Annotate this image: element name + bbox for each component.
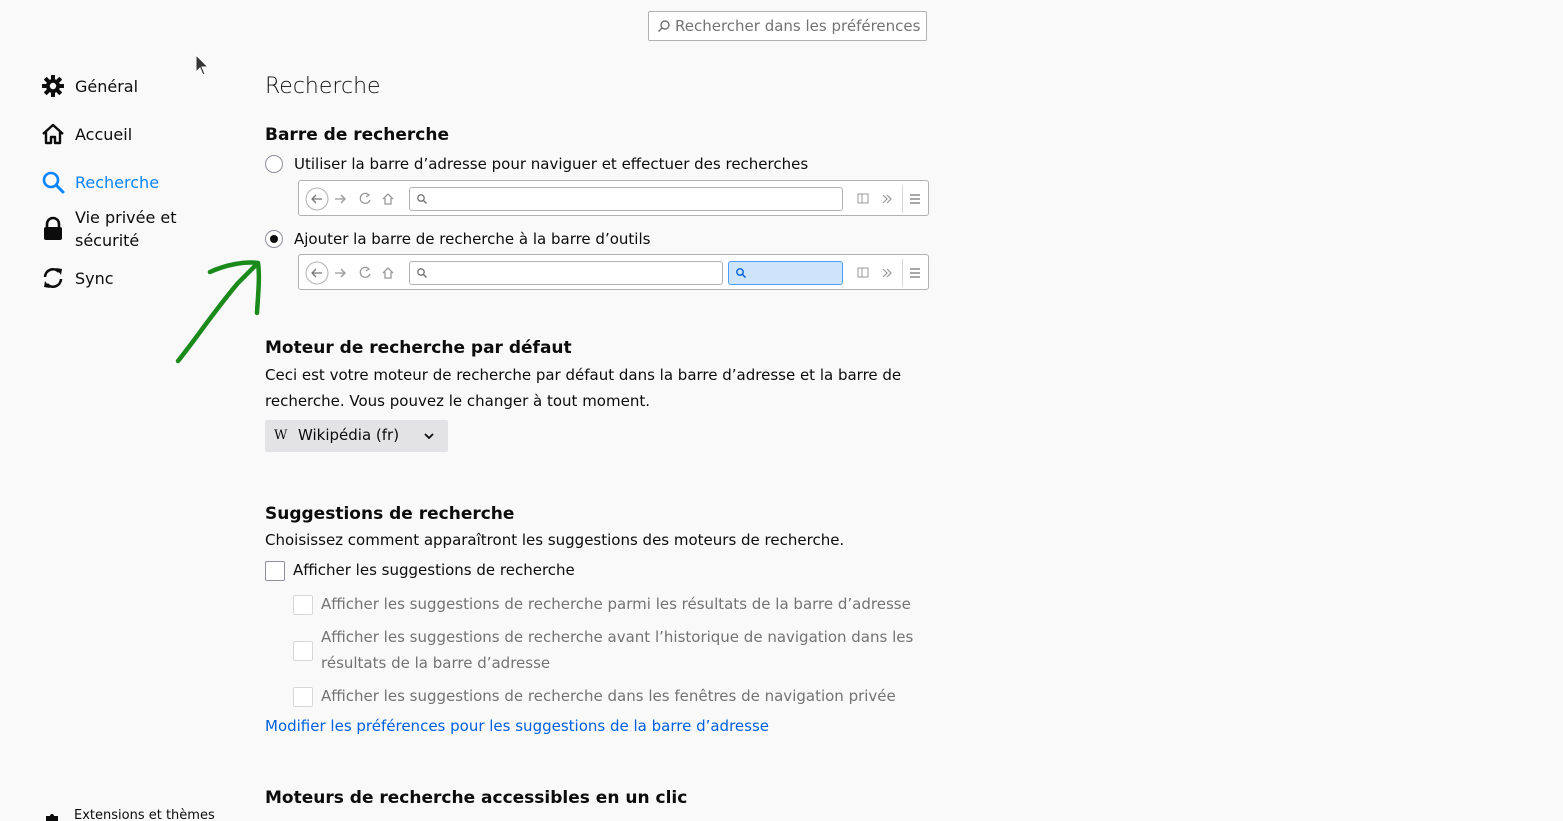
mouse-cursor-icon xyxy=(195,53,210,76)
default-engine-dropdown[interactable]: W Wikipédia (fr) xyxy=(265,420,448,452)
urlbar-preferences-link[interactable]: Modifier les préférences pour les sugges… xyxy=(265,717,769,735)
sidebar-item-label: Recherche xyxy=(75,172,160,192)
before-history-checkbox[interactable] xyxy=(293,641,313,661)
radio-urlbar-label[interactable]: Utiliser la barre d’adresse pour navigue… xyxy=(294,155,808,173)
gear-icon xyxy=(40,73,66,99)
search-icon xyxy=(417,268,427,278)
urlbar-suggestions-label[interactable]: Afficher les suggestions de recherche pa… xyxy=(321,595,911,613)
default-engine-description-line2: recherche. Vous pouvez le changer à tout… xyxy=(265,392,650,410)
default-engine-heading: Moteur de recherche par défaut xyxy=(265,338,572,358)
sidebar-item-search[interactable]: Recherche xyxy=(40,169,159,195)
toolbar-preview-urlbar xyxy=(298,180,929,216)
toolbar-preview-searchbar xyxy=(298,254,929,290)
nav-buttons-icon xyxy=(305,261,394,285)
sidebar-item-label: Général xyxy=(75,76,139,96)
private-suggestions-checkbox[interactable] xyxy=(293,687,313,707)
toolbar-extra-icons xyxy=(857,267,892,278)
radio-urlbar[interactable] xyxy=(265,155,283,173)
search-icon xyxy=(417,194,427,204)
address-bar-preview xyxy=(409,187,843,211)
search-bar-preview xyxy=(728,261,843,285)
one-click-engines-heading: Moteurs de recherche accessibles en un c… xyxy=(265,788,688,808)
sidebar-item-label: Sync xyxy=(75,268,114,288)
sidebar-item-label-line2: sécurité xyxy=(75,231,140,250)
sync-icon xyxy=(40,265,66,291)
show-suggestions-label[interactable]: Afficher les suggestions de recherche xyxy=(293,561,575,579)
sidebar-item-home[interactable]: Accueil xyxy=(40,121,132,147)
urlbar-suggestions-checkbox[interactable] xyxy=(293,595,313,615)
sidebar-item-privacy[interactable]: Vie privée et sécurité xyxy=(40,206,230,254)
annotation-arrow xyxy=(175,260,262,364)
preferences-search-box[interactable] xyxy=(648,11,927,41)
search-icon xyxy=(736,268,747,279)
sidebar-item-label: Accueil xyxy=(75,124,133,144)
sidebar-item-general[interactable]: Général xyxy=(40,73,138,99)
radio-toolbar[interactable] xyxy=(265,230,283,248)
lock-icon xyxy=(41,216,65,246)
sidebar-item-label: Extensions et thèmes xyxy=(74,808,215,821)
sidebar-item-sync[interactable]: Sync xyxy=(40,265,114,291)
radio-toolbar-label[interactable]: Ajouter la barre de recherche à la barre… xyxy=(294,230,650,248)
private-suggestions-label[interactable]: Afficher les suggestions de recherche da… xyxy=(321,687,896,705)
suggestions-description: Choisissez comment apparaîtront les sugg… xyxy=(265,531,845,549)
sidebar-item-extensions[interactable]: Extensions et thèmes xyxy=(42,808,242,821)
before-history-label-line2[interactable]: résultats de la barre d’adresse xyxy=(321,654,550,672)
toolbar-extra-icons xyxy=(857,193,892,204)
home-icon xyxy=(40,121,66,147)
before-history-label-line1[interactable]: Afficher les suggestions de recherche av… xyxy=(321,628,913,646)
search-icon xyxy=(40,169,66,195)
hamburger-menu-icon xyxy=(910,194,920,204)
chevron-down-icon xyxy=(424,433,434,440)
puzzle-icon xyxy=(44,811,62,821)
default-engine-selected: Wikipédia (fr) xyxy=(298,426,400,444)
wikipedia-icon: W xyxy=(274,428,288,443)
page-title: Recherche xyxy=(265,74,381,99)
nav-buttons-icon xyxy=(305,187,394,211)
search-icon xyxy=(658,20,670,32)
sidebar-item-label-line1: Vie privée et xyxy=(75,208,177,227)
preferences-search-input[interactable] xyxy=(675,12,923,40)
suggestions-heading: Suggestions de recherche xyxy=(265,504,515,524)
search-bar-heading: Barre de recherche xyxy=(265,125,449,145)
show-suggestions-checkbox[interactable] xyxy=(265,561,285,581)
hamburger-menu-icon xyxy=(910,268,920,278)
address-bar-preview xyxy=(409,261,723,285)
default-engine-description-line1: Ceci est votre moteur de recherche par d… xyxy=(265,366,902,384)
